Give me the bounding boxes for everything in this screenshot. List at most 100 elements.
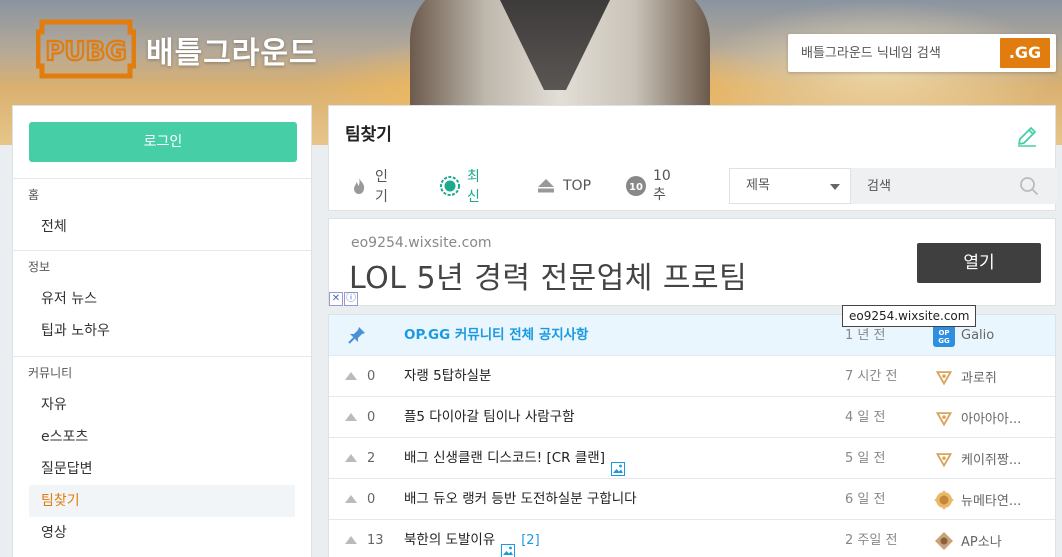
- table-row[interactable]: 0 플5 다이아갈 팀이나 사람구함 4 일 전 아아아아...: [329, 397, 1055, 438]
- ad-open-button[interactable]: 열기: [917, 243, 1041, 283]
- ad-url: eo9254.wixsite.com: [351, 235, 492, 251]
- filter-select-value: 제목: [746, 178, 770, 193]
- sidebar-head: 커뮤니티: [28, 366, 73, 380]
- tab-popular[interactable]: 인기: [349, 169, 390, 205]
- sidebar-item-tips[interactable]: 팁과 노하우: [13, 315, 311, 347]
- logo-text: PUBG: [45, 37, 126, 67]
- post-title[interactable]: OP.GG 커뮤니티 전체 공지사항: [404, 315, 588, 356]
- game-title: 배틀그라운드: [146, 36, 318, 71]
- chevron-down-icon: [830, 184, 840, 190]
- post-subject[interactable]: OP.GG 커뮤니티 전체 공지사항: [404, 315, 588, 356]
- tier-badge-icon: [933, 366, 955, 388]
- post-time: 2 주일 전: [845, 533, 898, 548]
- table-row[interactable]: 2 배그 신생클랜 디스코드! [CR 클랜] 5 일 전 케이쥐짱...: [329, 438, 1055, 479]
- table-row[interactable]: 13 북한의 도발이유 [2] 2 주일 전 AP소나: [329, 520, 1055, 557]
- vote: 0: [345, 479, 395, 520]
- upvote-icon: [345, 453, 357, 462]
- ad-banner[interactable]: eo9254.wixsite.com LOL 5년 경력 전문업체 프로팀 열기: [328, 218, 1056, 306]
- tier-badge-icon: [933, 448, 955, 470]
- upvote-icon: [345, 535, 357, 544]
- search-icon[interactable]: [1019, 176, 1039, 196]
- vote: 2: [345, 438, 395, 479]
- post-author[interactable]: 아아아아...: [933, 397, 1051, 438]
- tab-label: 10추: [653, 168, 671, 203]
- sidebar-section-community: 커뮤니티 자유 e스포츠 질문답변 팀찾기 영상: [13, 356, 311, 549]
- post-time: 5 일 전: [845, 451, 886, 466]
- upvote-icon: [345, 494, 357, 503]
- ad-title[interactable]: LOL 5년 경력 전문업체 프로팀: [349, 253, 747, 297]
- tab-latest[interactable]: 최신: [439, 169, 480, 205]
- ad-info-icon[interactable]: ⓘ: [344, 292, 358, 306]
- post-subject[interactable]: 자랭 5탑하실분: [404, 356, 491, 397]
- tab-label: 최신: [467, 169, 480, 205]
- clock-icon: [439, 175, 461, 197]
- post-author[interactable]: 뉴메타연...: [933, 479, 1051, 520]
- table-row[interactable]: 0 배그 듀오 랭커 등반 도전하실분 구합니다 6 일 전 뉴메타연...: [329, 479, 1055, 520]
- vote: 0: [345, 397, 395, 438]
- post-title[interactable]: 자랭 5탑하실분: [404, 356, 491, 397]
- author-name: 과로쥐: [961, 371, 997, 386]
- post-list: OP.GG 커뮤니티 전체 공지사항 1 년 전 OP GG Galio 0 자랭…: [328, 314, 1056, 557]
- page-title: 팀찾기: [345, 125, 392, 145]
- opgg-badge-icon: OP GG: [933, 324, 955, 347]
- image-icon: [501, 534, 516, 557]
- search-button[interactable]: .GG: [1000, 38, 1050, 68]
- vote-count: 0: [367, 492, 376, 507]
- author-name: 아아아아...: [961, 412, 1022, 427]
- tab-top[interactable]: TOP: [535, 171, 591, 201]
- svg-text:OP: OP: [938, 329, 949, 337]
- sidebar: 로그인 홈 전체 정보 유저 뉴스 팁과 노하우 커뮤니티 자유 e스포츠 질문…: [12, 105, 312, 557]
- tab-label: TOP: [563, 178, 592, 194]
- board-header: 팀찾기 인기 최신 TOP 10 10추 제목 검색: [328, 105, 1057, 211]
- sidebar-item-team-finder[interactable]: 팀찾기: [29, 485, 295, 517]
- flame-icon: [349, 175, 369, 197]
- sidebar-item-free[interactable]: 자유: [13, 389, 311, 421]
- post-subject[interactable]: 배그 신생클랜 디스코드! [CR 클랜]: [404, 438, 625, 479]
- post-title[interactable]: 플5 다이아갈 팀이나 사람구함: [404, 397, 575, 438]
- image-icon: [610, 452, 625, 476]
- ten-badge-icon: 10: [625, 175, 647, 197]
- vote: 0: [345, 356, 395, 397]
- post-time: 4 일 전: [845, 410, 886, 425]
- vote-count: 13: [367, 533, 384, 548]
- author-name: 뉴메타연...: [961, 494, 1022, 509]
- post-subject[interactable]: 플5 다이아갈 팀이나 사람구함: [404, 397, 575, 438]
- vote: 13: [345, 520, 395, 557]
- sidebar-section-home: 홈 전체: [13, 178, 311, 243]
- post-title[interactable]: 북한의 도발이유: [404, 520, 495, 557]
- author-name: Galio: [961, 328, 995, 343]
- post-author[interactable]: 케이쥐짱...: [933, 438, 1051, 479]
- sidebar-item-qna[interactable]: 질문답변: [13, 453, 311, 485]
- sidebar-item-all[interactable]: 전체: [13, 211, 311, 243]
- pin-icon: [347, 325, 367, 345]
- vote-count: 0: [367, 410, 376, 425]
- post-title[interactable]: 배그 듀오 랭커 등반 도전하실분 구합니다: [404, 479, 637, 520]
- author-name: 케이쥐짱...: [961, 453, 1022, 468]
- post-author[interactable]: 과로쥐: [933, 356, 1051, 397]
- sidebar-item-user-news[interactable]: 유저 뉴스: [13, 283, 311, 315]
- sidebar-item-esports[interactable]: e스포츠: [13, 421, 311, 453]
- filter-select[interactable]: 제목: [729, 168, 851, 204]
- ad-close-icon[interactable]: ✕: [329, 292, 343, 306]
- sidebar-item-video[interactable]: 영상: [13, 517, 311, 549]
- post-author[interactable]: AP소나: [933, 520, 1051, 557]
- arrow-up-icon: [535, 175, 557, 197]
- post-subject[interactable]: 북한의 도발이유 [2]: [404, 520, 540, 557]
- sidebar-head: 홈: [28, 188, 40, 202]
- login-button[interactable]: 로그인: [29, 122, 297, 162]
- board-filter: 제목: [729, 168, 1057, 204]
- bronze-badge-icon: [933, 530, 955, 552]
- post-subject[interactable]: 배그 듀오 랭커 등반 도전하실분 구합니다: [404, 479, 637, 520]
- post-title[interactable]: 배그 신생클랜 디스코드! [CR 클랜]: [404, 438, 605, 479]
- comment-count[interactable]: [2]: [521, 520, 539, 557]
- ad-url-tooltip: eo9254.wixsite.com: [842, 305, 977, 327]
- pencil-icon[interactable]: [1015, 124, 1039, 148]
- tab-ten-votes[interactable]: 10 10추: [625, 168, 671, 203]
- table-row[interactable]: 0 자랭 5탑하실분 7 시간 전 과로쥐: [329, 356, 1055, 397]
- author-name: AP소나: [961, 535, 1002, 550]
- vote-count: 2: [367, 451, 376, 466]
- upvote-icon: [345, 371, 357, 380]
- search-input[interactable]: [788, 34, 998, 72]
- sidebar-head: 정보: [28, 260, 51, 274]
- pubg-logo[interactable]: PUBG: [35, 18, 137, 80]
